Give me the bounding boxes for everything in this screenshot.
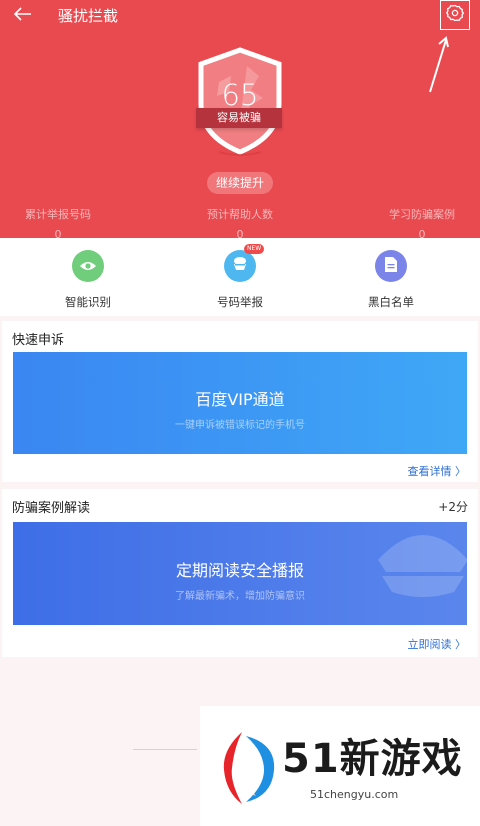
feature-icon-circle (375, 250, 407, 282)
eye-icon (79, 257, 97, 276)
feature-label: 号码举报 (217, 295, 263, 309)
watermark-url: 51chengyu.com (310, 788, 399, 801)
security-score: 65 (221, 78, 259, 112)
hero-header: 骚扰拦截 65 容易被骗 继续提升 累计举报号码 0 预计帮助人数 0 学习防骗… (0, 0, 480, 241)
stat-cases-learned: 学习防骗案例 0 (352, 206, 480, 241)
section-title: 防骗案例解读 (12, 501, 91, 516)
back-button[interactable] (10, 4, 36, 26)
improve-button[interactable]: 继续提升 (207, 172, 273, 194)
stat-reported-numbers: 累计举报号码 0 (0, 206, 128, 241)
fraud-cases-section: 防骗案例解读 +2分 定期阅读安全播报 了解最新骗术，增加防骗意识 立即阅读 〉 (2, 489, 478, 657)
brand-logo-icon (220, 730, 278, 810)
banner-subtitle: 一键申诉被错误标记的手机号 (175, 420, 305, 431)
watermark: 51新游戏 51chengyu.com (200, 706, 480, 826)
divider (133, 749, 197, 750)
quick-appeal-section: 快速申诉 百度VIP通道 一键申诉被错误标记的手机号 查看详情 〉 (2, 321, 478, 482)
stat-helped-people: 预计帮助人数 0 (170, 206, 310, 241)
stat-label: 累计举报号码 (25, 208, 91, 221)
feature-black-white-list[interactable]: 黑白名单 (341, 250, 441, 310)
feature-grid: 智能识别 NEW 号码举报 黑白名单 (0, 238, 480, 316)
security-broadcast-banner[interactable]: 定期阅读安全播报 了解最新骗术，增加防骗意识 (13, 522, 467, 625)
police-cap-icon (368, 522, 467, 614)
watermark-brand: 51新游戏 (282, 736, 463, 782)
stat-label: 学习防骗案例 (389, 208, 455, 221)
feature-icon-circle (72, 250, 104, 282)
points-badge: +2分 (438, 500, 468, 514)
vip-channel-banner[interactable]: 百度VIP通道 一键申诉被错误标记的手机号 (13, 352, 467, 454)
new-badge: NEW (244, 244, 265, 254)
section-title: 快速申诉 (12, 333, 65, 348)
annotation-arrow-icon (422, 34, 452, 100)
feature-number-report[interactable]: NEW 号码举报 (190, 244, 290, 310)
back-arrow-icon (13, 6, 32, 25)
settings-button[interactable] (440, 0, 470, 30)
stat-label: 预计帮助人数 (207, 208, 273, 221)
feature-label: 黑白名单 (368, 295, 414, 309)
feature-smart-identify[interactable]: 智能识别 (38, 250, 138, 310)
score-status-ribbon: 容易被骗 (196, 108, 282, 128)
report-icon (231, 256, 249, 276)
read-now-link[interactable]: 立即阅读 〉 (408, 636, 467, 652)
feature-label: 智能识别 (65, 295, 111, 309)
banner-title: 百度VIP通道 (195, 390, 285, 409)
page-title: 骚扰拦截 (58, 7, 119, 25)
feature-icon-circle: NEW (224, 244, 265, 282)
view-details-link[interactable]: 查看详情 〉 (408, 463, 467, 479)
gear-icon (445, 4, 465, 26)
document-icon (384, 256, 398, 277)
